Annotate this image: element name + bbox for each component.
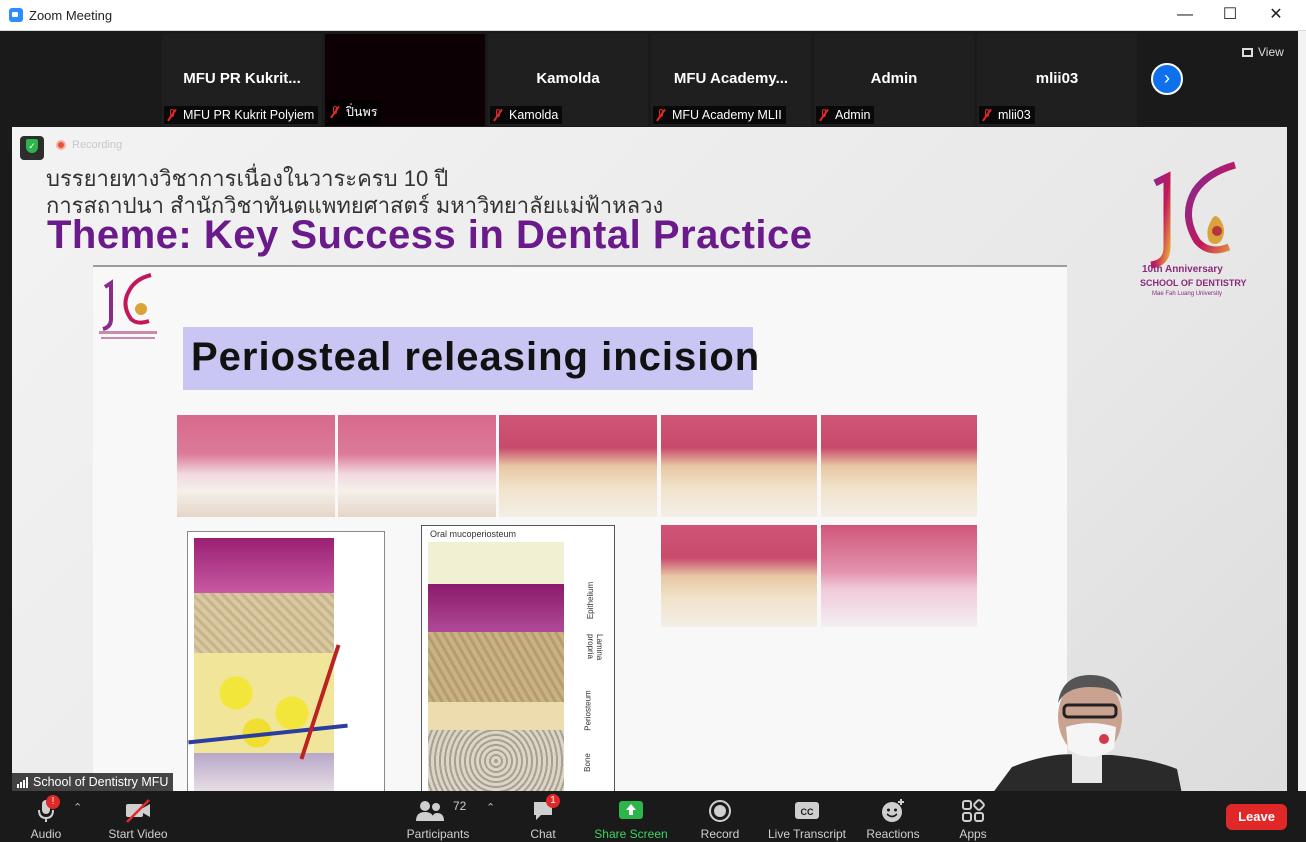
record-label: Record: [700, 827, 740, 841]
participants-options-caret[interactable]: ⌃: [486, 801, 495, 814]
mic-muted-icon: [493, 109, 503, 121]
participants-label: Participants: [406, 827, 470, 841]
slide-title-box: Periosteal releasing incision: [183, 327, 759, 390]
background-window-edge: [1298, 31, 1306, 842]
leave-button[interactable]: Leave: [1226, 804, 1287, 830]
recording-icon: [56, 140, 66, 150]
grid-view-icon: [1242, 47, 1253, 57]
window-title: Zoom Meeting: [29, 8, 113, 23]
slide-title: Periosteal releasing incision: [191, 335, 761, 379]
clinical-photo: [177, 415, 335, 517]
meeting-toolbar: ! Audio ⌃ Start Video 72 Participants ⌃: [0, 791, 1306, 842]
participant-display-name: Kamolda: [536, 70, 600, 87]
participant-tile[interactable]: MFU PR Kukrit... MFU PR Kukrit Polyiem: [162, 34, 322, 126]
minimize-button[interactable]: —: [1162, 0, 1208, 30]
view-button[interactable]: View: [1236, 41, 1290, 63]
participant-name-label: MFU Academy MLII: [653, 106, 786, 124]
mic-muted-icon: [330, 106, 340, 118]
next-participants-button[interactable]: ›: [1151, 63, 1183, 95]
share-screen-label: Share Screen: [594, 827, 668, 841]
participant-tile[interactable]: MFU Academy... MFU Academy MLII: [651, 34, 811, 126]
clinical-photo: [821, 525, 977, 627]
participant-tile[interactable]: mlii03 mlii03: [977, 34, 1137, 126]
reactions-label: Reactions: [866, 827, 920, 841]
participants-button[interactable]: 72 Participants: [400, 791, 476, 842]
record-button[interactable]: Record: [696, 791, 744, 842]
diagram-label: Lamina propria: [586, 634, 604, 661]
audio-label: Audio: [30, 827, 62, 841]
diagram-label: Periosteum: [583, 690, 593, 731]
closed-caption-icon: CC: [795, 802, 819, 819]
share-screen-button[interactable]: Share Screen: [592, 791, 670, 842]
chat-label: Chat: [530, 827, 556, 841]
participant-display-name: MFU PR Kukrit...: [183, 70, 301, 87]
clinical-photo: [661, 525, 817, 627]
connection-signal-icon: [17, 776, 28, 788]
mucoperiosteum-diagram: Oral mucoperiosteum Epithelium Lamina pr…: [421, 525, 615, 791]
participant-tile[interactable]: Kamolda Kamolda: [488, 34, 648, 126]
participant-display-name: MFU Academy...: [673, 70, 789, 87]
participant-name-label: mlii03: [979, 106, 1035, 124]
svg-text:CC: CC: [801, 807, 814, 817]
clinical-photo: [821, 415, 977, 517]
presenter-name-tag: School of Dentistry MFU: [12, 773, 174, 791]
participant-tile[interactable]: ปิ่นพร: [325, 34, 485, 126]
chat-unread-badge: 1: [546, 794, 560, 808]
maximize-button[interactable]: ☐: [1207, 0, 1253, 30]
video-off-icon: [126, 799, 150, 823]
mic-muted-icon: [167, 109, 177, 121]
audio-button[interactable]: ! Audio: [22, 791, 70, 842]
participant-display-name: mlii03: [1035, 70, 1079, 87]
window-titlebar: Zoom Meeting — ☐ ✕: [0, 0, 1306, 31]
reactions-button[interactable]: Reactions: [864, 791, 922, 842]
chat-button[interactable]: 1 Chat: [520, 791, 566, 842]
shared-screen: Recording บรรยายทางวิชาการเนื่องในวาระคร…: [12, 127, 1287, 791]
reaction-smile-icon: [882, 799, 904, 822]
start-video-button[interactable]: Start Video: [104, 791, 172, 842]
apps-button[interactable]: Apps: [950, 791, 996, 842]
participant-tile[interactable]: Admin Admin: [814, 34, 974, 126]
diagram-label: Bone: [582, 753, 592, 772]
diagram-header: Oral mucoperiosteum: [430, 529, 517, 539]
close-window-button[interactable]: ✕: [1253, 0, 1299, 30]
mic-muted-icon: [656, 109, 666, 121]
slide-logo-icon: [99, 273, 157, 339]
logo-text-school: SCHOOL OF DENTISTRY: [1140, 278, 1247, 288]
zoom-app-icon: [9, 8, 23, 22]
recording-indicator: Recording: [56, 139, 122, 151]
view-label: View: [1258, 45, 1284, 59]
presentation-slide: Periosteal releasing incision Oral mucop…: [93, 265, 1067, 791]
live-transcript-label: Live Transcript: [767, 827, 847, 841]
participant-strip: MFU PR Kukrit... MFU PR Kukrit Polyiem ป…: [0, 31, 1306, 127]
participants-count: 72: [453, 799, 467, 813]
record-icon: [709, 800, 731, 822]
mic-muted-icon: [819, 109, 829, 121]
chevron-right-icon: ›: [1164, 68, 1170, 88]
presenter-video: [994, 675, 1182, 791]
participant-display-name: Admin: [870, 70, 918, 87]
apps-label: Apps: [959, 827, 987, 841]
logo-text-anniversary: 10th Anniversary: [1142, 264, 1223, 275]
participants-icon: [416, 801, 444, 821]
participant-name-label: ปิ่นพร: [327, 100, 382, 124]
clinical-photo: [499, 415, 657, 517]
clinical-photo: [661, 415, 817, 517]
logo-text-university: Mae Fah Luang University: [1152, 291, 1223, 297]
share-screen-icon: [619, 801, 643, 819]
start-video-label: Start Video: [108, 827, 168, 841]
participant-name-label: Admin: [816, 106, 875, 124]
audio-options-caret[interactable]: ⌃: [73, 801, 82, 814]
security-shield-icon[interactable]: [20, 136, 44, 160]
participant-name-label: Kamolda: [490, 106, 563, 124]
audio-warning-badge: !: [46, 795, 60, 809]
participant-name-label: MFU PR Kukrit Polyiem: [164, 106, 319, 124]
theme-heading: Theme: Key Success in Dental Practice: [47, 213, 813, 257]
histology-illustration: [187, 531, 385, 791]
clinical-photo: [338, 415, 496, 517]
diagram-label: Epithelium: [586, 581, 596, 620]
apps-icon: [962, 799, 985, 822]
live-transcript-button[interactable]: CC Live Transcript: [766, 791, 848, 842]
mic-muted-icon: [982, 109, 992, 121]
